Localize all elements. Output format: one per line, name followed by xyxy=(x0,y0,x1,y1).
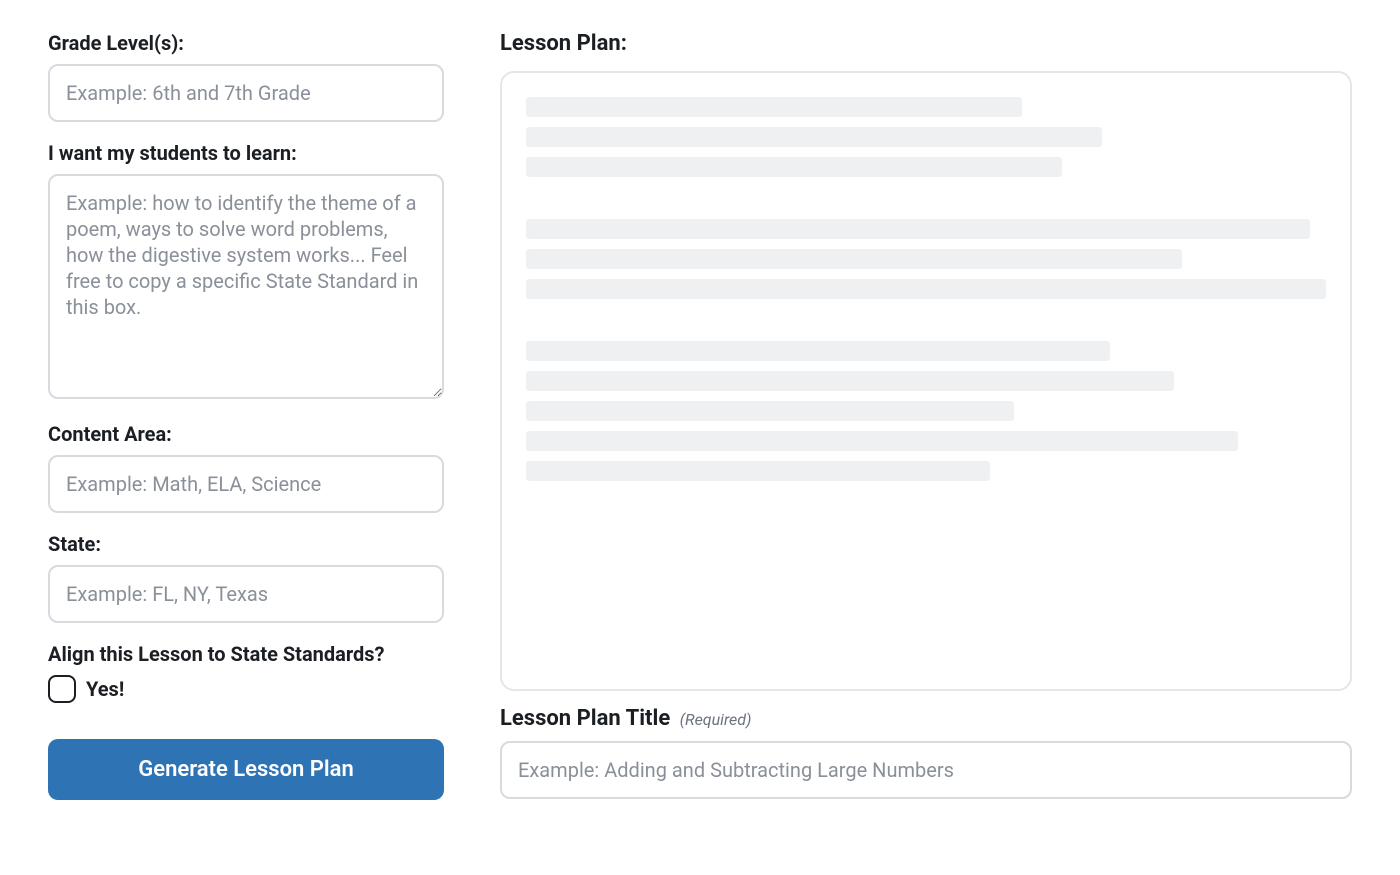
content-area-label: Content Area: xyxy=(48,421,444,447)
learn-field: I want my students to learn: xyxy=(48,140,444,403)
skeleton-line xyxy=(526,371,1174,391)
learn-label: I want my students to learn: xyxy=(48,140,444,166)
state-label: State: xyxy=(48,531,444,557)
align-standards-checkbox-label: Yes! xyxy=(86,677,124,701)
align-standards-checkbox[interactable] xyxy=(48,675,76,703)
grade-level-input[interactable] xyxy=(48,64,444,122)
lesson-plan-output-panel xyxy=(500,71,1352,691)
lesson-plan-title-required-note: (Required) xyxy=(680,710,752,729)
skeleton-line xyxy=(526,431,1238,451)
generate-lesson-plan-button[interactable]: Generate Lesson Plan xyxy=(48,739,444,800)
grade-level-label: Grade Level(s): xyxy=(48,30,444,56)
skeleton-line xyxy=(526,279,1326,299)
skeleton-paragraph xyxy=(526,341,1326,481)
skeleton-line xyxy=(526,401,1014,421)
state-input[interactable] xyxy=(48,565,444,623)
lesson-plan-title-field: Lesson Plan Title (Required) xyxy=(500,705,1352,800)
skeleton-line xyxy=(526,97,1022,117)
align-standards-label: Align this Lesson to State Standards? xyxy=(48,641,444,667)
skeleton-line xyxy=(526,127,1102,147)
grade-level-field: Grade Level(s): xyxy=(48,30,444,122)
lesson-plan-output-label: Lesson Plan: xyxy=(500,30,1352,59)
skeleton-paragraph xyxy=(526,97,1326,177)
lesson-plan-title-label-wrapper: Lesson Plan Title (Required) xyxy=(500,705,1352,734)
align-standards-field: Align this Lesson to State Standards? Ye… xyxy=(48,641,444,703)
lesson-plan-form: Grade Level(s): I want my students to le… xyxy=(0,0,1400,857)
align-standards-checkbox-row: Yes! xyxy=(48,675,444,703)
lesson-plan-title-label: Lesson Plan Title xyxy=(500,706,670,731)
skeleton-line xyxy=(526,157,1062,177)
content-area-input[interactable] xyxy=(48,455,444,513)
skeleton-line xyxy=(526,341,1110,361)
skeleton-line xyxy=(526,249,1182,269)
lesson-plan-output-column: Lesson Plan: Lesson Plan Title (Required… xyxy=(500,30,1352,817)
skeleton-line xyxy=(526,461,990,481)
lesson-plan-title-input[interactable] xyxy=(500,741,1352,799)
content-area-field: Content Area: xyxy=(48,421,444,513)
learn-textarea[interactable] xyxy=(48,174,444,399)
form-inputs-column: Grade Level(s): I want my students to le… xyxy=(48,30,444,800)
skeleton-paragraph xyxy=(526,219,1326,299)
state-field: State: xyxy=(48,531,444,623)
skeleton-line xyxy=(526,219,1310,239)
